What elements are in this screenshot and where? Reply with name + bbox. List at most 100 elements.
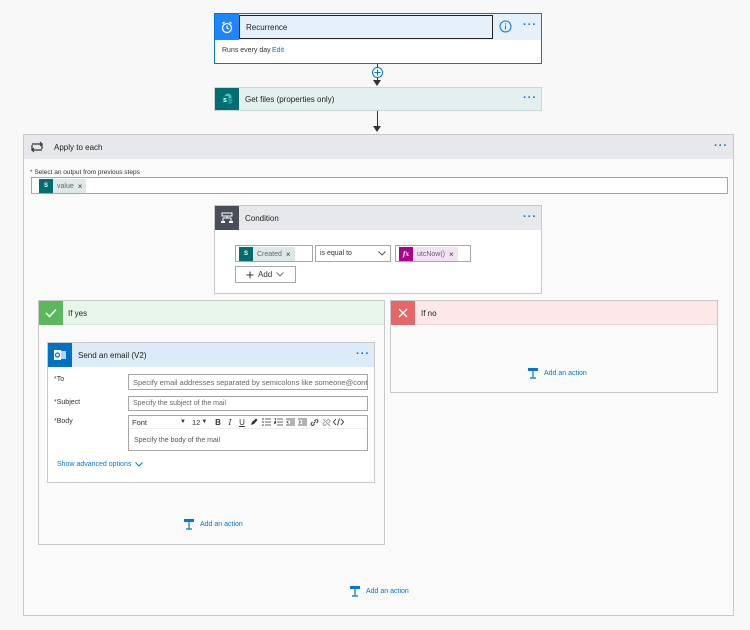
condition-card[interactable]: Condition ··· S Created × is equal to fx… (214, 205, 542, 294)
recurrence-tile (215, 14, 239, 40)
condition-add-button[interactable]: Add (235, 266, 296, 283)
expression-icon: fx (399, 247, 413, 261)
sharepoint-token-icon: S (239, 247, 253, 261)
font-select[interactable]: Font ▼ (132, 418, 189, 427)
connector-line (377, 111, 378, 127)
body-placeholder: Specify the body of the mail (134, 437, 220, 444)
insert-step-button[interactable] (372, 67, 383, 78)
value-token-label: value (57, 182, 74, 190)
condition-title: Condition (245, 214, 279, 223)
if-no-title: If no (421, 309, 437, 318)
font-size-select[interactable]: 12 ▼ (192, 418, 212, 427)
bold-button[interactable]: B (212, 416, 224, 428)
sharepoint-icon: S (221, 93, 233, 104)
if-no-branch[interactable]: If no Add an action (390, 300, 718, 393)
recurrence-title: Recurrence (246, 23, 288, 32)
if-yes-add-action-label: Add an action (200, 520, 243, 528)
condition-icon (221, 212, 233, 223)
add-action-icon (350, 586, 360, 597)
condition-operator-select[interactable]: is equal to (315, 245, 391, 262)
utcnow-token[interactable]: fx utcNow() × (399, 247, 458, 261)
if-no-add-action[interactable]: Add an action (527, 367, 587, 379)
sharepoint-token-icon: S (39, 179, 53, 193)
body-label: *Body (54, 418, 73, 425)
created-token[interactable]: S Created × (239, 247, 295, 261)
connector-arrow (373, 126, 381, 132)
to-label: *To (54, 376, 65, 383)
apply-to-each-header[interactable]: Apply to each ··· (24, 135, 733, 159)
font-size-value: 12 (192, 417, 201, 427)
subject-field[interactable]: Specify the subject of the mail (128, 396, 368, 411)
show-advanced-options[interactable]: Show advanced options (57, 461, 144, 468)
send-email-header[interactable]: Send an email (V2) ··· (48, 343, 374, 367)
info-icon[interactable] (499, 20, 512, 33)
send-email-more-button[interactable]: ··· (356, 348, 370, 360)
operator-value: is equal to (320, 250, 352, 257)
font-value: Font (132, 417, 148, 427)
increase-indent-icon (297, 418, 307, 426)
code-icon (332, 418, 344, 426)
created-token-label: Created (257, 250, 282, 258)
recurrence-card[interactable]: Recurrence ··· Runs every day Edit (214, 13, 542, 64)
apply-to-each-more-button[interactable]: ··· (714, 140, 728, 152)
rich-text-toolbar: Font ▼ 12 ▼ B I U (129, 416, 367, 429)
condition-more-button[interactable]: ··· (523, 211, 537, 223)
chevron-down-icon (135, 462, 144, 467)
remove-link-button[interactable] (320, 416, 332, 428)
increase-indent-button[interactable] (296, 416, 308, 428)
insert-link-button[interactable] (308, 416, 320, 428)
add-action-icon (184, 519, 194, 530)
condition-left-field[interactable]: S Created × (235, 245, 313, 262)
check-icon (45, 308, 57, 318)
show-advanced-label: Show advanced options (57, 461, 132, 468)
send-email-title: Send an email (V2) (78, 351, 147, 360)
select-output-field[interactable]: S value × (31, 177, 728, 194)
plus-icon (246, 271, 254, 278)
decrease-indent-button[interactable] (284, 416, 296, 428)
get-files-more-button[interactable]: ··· (523, 92, 537, 104)
recurrence-edit-link[interactable]: Edit (272, 47, 284, 54)
close-icon (398, 308, 408, 318)
value-token[interactable]: S value × (39, 179, 87, 193)
condition-right-field[interactable]: fx utcNow() × (395, 245, 471, 262)
loop-icon (31, 141, 43, 153)
subject-placeholder: Specify the subject of the mail (133, 400, 226, 407)
numbered-list-button[interactable] (272, 416, 284, 428)
no-tile (391, 301, 415, 325)
bullet-list-icon (261, 418, 271, 426)
loop-tile (24, 135, 50, 159)
select-output-label: * Select an output from previous steps (30, 169, 140, 176)
recurrence-title-box[interactable]: Recurrence (239, 15, 493, 39)
add-button-label: Add (258, 270, 273, 279)
send-email-card[interactable]: Send an email (V2) ··· *To Specify email… (47, 342, 375, 483)
recurrence-summary: Runs every day (222, 47, 271, 54)
remove-token-icon[interactable]: × (78, 182, 87, 191)
caret-down-icon: ▼ (201, 419, 208, 425)
code-view-button[interactable] (332, 416, 344, 428)
outlook-tile (48, 343, 72, 367)
bullet-list-button[interactable] (260, 416, 272, 428)
recurrence-more-button[interactable]: ··· (523, 19, 537, 31)
loop-add-action[interactable]: Add an action (349, 585, 409, 597)
pen-icon (251, 418, 258, 425)
condition-header[interactable]: Condition ··· (215, 206, 541, 230)
italic-button[interactable]: I (224, 416, 236, 428)
decrease-indent-icon (285, 418, 295, 426)
if-yes-add-action[interactable]: Add an action (183, 518, 243, 530)
subject-label: *Subject (54, 399, 81, 406)
connector-arrow (373, 80, 381, 86)
get-files-card[interactable]: S Get files (properties only) ··· (214, 87, 542, 111)
recurrence-header[interactable]: Recurrence ··· (215, 14, 541, 40)
to-placeholder: Specify email addresses separated by sem… (133, 377, 368, 387)
add-action-icon (528, 368, 538, 379)
remove-token-icon[interactable]: × (449, 250, 458, 259)
body-editor[interactable]: Font ▼ 12 ▼ B I U Specify the body of th… (128, 415, 368, 451)
highlight-button[interactable] (248, 416, 260, 428)
underline-button[interactable]: U (236, 416, 248, 428)
svg-text:S: S (223, 98, 227, 104)
chevron-down-icon (378, 251, 386, 256)
if-no-header[interactable]: If no (391, 301, 717, 325)
remove-token-icon[interactable]: × (286, 250, 295, 259)
if-yes-header[interactable]: If yes (39, 301, 384, 325)
to-field[interactable]: Specify email addresses separated by sem… (128, 374, 368, 390)
